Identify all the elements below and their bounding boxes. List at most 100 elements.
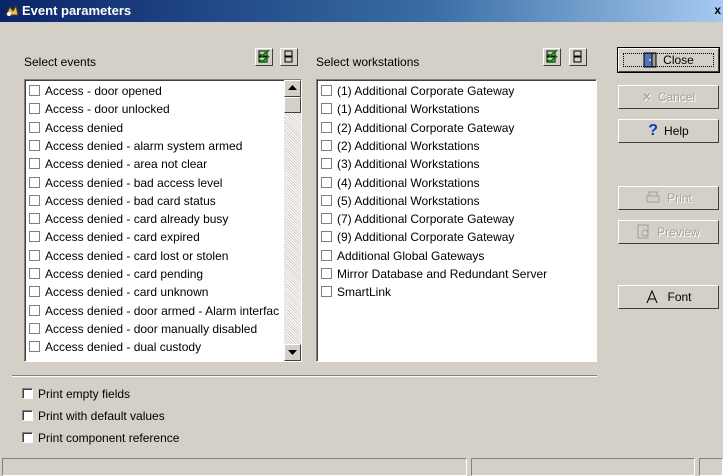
select-all-workstations-button[interactable] [543, 48, 561, 66]
list-item[interactable]: Access denied - door armed - Alarm inter… [29, 302, 281, 320]
list-item-checkbox[interactable] [321, 121, 332, 133]
list-item-label: (1) Additional Corporate Gateway [337, 84, 515, 98]
list-item-checkbox[interactable] [321, 85, 332, 96]
list-item-checkbox[interactable] [29, 249, 40, 261]
print-default-values-option[interactable]: Print with default values [22, 408, 165, 424]
events-scrollbar[interactable] [284, 80, 301, 361]
list-item[interactable]: Access denied - alarm system armed [29, 137, 281, 155]
list-item[interactable]: Access denied - card unknown [29, 283, 281, 301]
list-item[interactable]: Access denied - card already busy [29, 210, 281, 228]
uncheck-all-icon [284, 50, 293, 63]
list-item[interactable]: (2) Additional Workstations [321, 137, 591, 155]
list-item-label: Access - door opened [45, 84, 162, 98]
list-item[interactable]: Access denied - bad card status [29, 192, 281, 210]
print-component-reference-option[interactable]: Print component reference [22, 430, 179, 446]
list-item-label: Access denied - door manually disabled [45, 321, 258, 336]
list-item[interactable]: (9) Additional Corporate Gateway [321, 228, 591, 246]
list-item[interactable]: (3) Additional Workstations [321, 155, 591, 173]
preview-label: Preview [657, 225, 700, 239]
workstations-list[interactable]: (1) Additional Corporate Gateway (1) Addi… [316, 79, 597, 362]
clear-all-events-button[interactable] [280, 48, 298, 66]
font-label: Font [667, 290, 692, 304]
list-item-label: Access denied - bad card status [45, 193, 216, 208]
print-button[interactable]: Print [618, 186, 719, 210]
list-item[interactable]: (5) Additional Workstations [321, 192, 591, 210]
list-item-label: Access denied - bad access level [45, 175, 223, 190]
list-item-checkbox[interactable] [321, 249, 332, 261]
list-item-label: Mirror Database and Redundant Server [337, 267, 548, 281]
preview-button[interactable]: Preview [618, 220, 719, 244]
list-item[interactable]: Access denied - card expired [29, 228, 281, 246]
list-item[interactable]: SmartLink [321, 283, 591, 301]
list-item-label: Access denied - card unknown [45, 285, 209, 300]
list-item-checkbox[interactable] [321, 176, 332, 188]
cancel-icon: ✕ [641, 90, 652, 104]
list-item[interactable]: Access denied - card pending [29, 265, 281, 283]
check-all-icon [258, 50, 270, 64]
list-item-checkbox[interactable] [29, 176, 40, 188]
list-item-checkbox[interactable] [321, 194, 332, 206]
list-item-checkbox[interactable] [29, 322, 40, 334]
events-list[interactable]: Access - door opened Access - door unlock… [24, 79, 302, 362]
list-item[interactable]: Access - door opened [29, 82, 281, 100]
list-item[interactable]: (1) Additional Workstations [321, 100, 591, 118]
list-item-checkbox[interactable] [29, 121, 40, 133]
help-button[interactable]: ? Help [618, 119, 719, 143]
list-item-checkbox[interactable] [29, 158, 40, 170]
close-button[interactable]: Close [617, 47, 720, 73]
print-empty-fields-option[interactable]: Print empty fields [22, 386, 130, 402]
cancel-button[interactable]: ✕ Cancel [618, 85, 719, 109]
list-item-label: Access denied - door armed - Alarm inter… [45, 303, 280, 318]
font-button[interactable]: Font [618, 285, 719, 309]
list-item[interactable]: (2) Additional Corporate Gateway [321, 119, 591, 137]
scroll-down-button[interactable] [284, 344, 301, 361]
separator [12, 375, 597, 377]
list-item-label: (7) Additional Corporate Gateway [337, 212, 515, 227]
list-item-checkbox[interactable] [29, 304, 40, 316]
list-item-checkbox[interactable] [321, 213, 332, 225]
list-item[interactable]: Access - door unlocked [29, 100, 281, 118]
cancel-label: Cancel [657, 90, 696, 104]
list-item-label: Access denied - card pending [45, 267, 204, 281]
print-default-values-checkbox[interactable] [22, 410, 33, 421]
list-item-label: (4) Additional Workstations [337, 175, 480, 190]
list-item[interactable]: (4) Additional Workstations [321, 174, 591, 192]
list-item[interactable]: (7) Additional Corporate Gateway [321, 210, 591, 228]
list-item-checkbox[interactable] [321, 158, 332, 170]
print-empty-fields-checkbox[interactable] [22, 388, 33, 399]
list-item[interactable]: Access denied - door manually disabled [29, 320, 281, 338]
close-window-icon[interactable]: x [714, 3, 721, 17]
uncheck-all-icon [573, 50, 582, 63]
list-item-checkbox[interactable] [29, 139, 40, 151]
scroll-thumb[interactable] [284, 97, 301, 113]
list-item-checkbox[interactable] [29, 213, 40, 225]
print-component-reference-checkbox[interactable] [22, 432, 33, 443]
list-item[interactable]: Access denied [29, 119, 281, 137]
list-item-checkbox[interactable] [29, 341, 40, 353]
list-item-checkbox[interactable] [29, 85, 40, 96]
list-item-checkbox[interactable] [321, 139, 332, 151]
list-item-checkbox[interactable] [321, 286, 332, 298]
list-item[interactable]: Access denied - bad access level [29, 174, 281, 192]
list-item-checkbox[interactable] [29, 286, 40, 298]
list-item[interactable]: Access denied - dual custody [29, 338, 281, 356]
list-item-checkbox[interactable] [29, 103, 40, 115]
list-item-checkbox[interactable] [29, 194, 40, 206]
list-item[interactable]: (1) Additional Corporate Gateway [321, 82, 591, 100]
list-item[interactable]: Access denied - area not clear [29, 155, 281, 173]
scroll-up-button[interactable] [284, 80, 301, 97]
list-item-checkbox[interactable] [29, 231, 40, 243]
list-item[interactable]: Access denied - card lost or stolen [29, 247, 281, 265]
list-item-label: (1) Additional Workstations [337, 102, 480, 117]
list-item-checkbox[interactable] [321, 268, 332, 279]
list-item[interactable]: Mirror Database and Redundant Server [321, 265, 591, 283]
list-item[interactable]: Additional Global Gateways [321, 247, 591, 265]
print-default-values-label: Print with default values [38, 409, 165, 423]
list-item-label: Access denied - dual custody [45, 340, 202, 355]
list-item-label: Access denied - card expired [45, 230, 200, 245]
list-item-checkbox[interactable] [29, 268, 40, 279]
select-all-events-button[interactable] [255, 48, 273, 66]
clear-all-workstations-button[interactable] [569, 48, 587, 66]
list-item-checkbox[interactable] [321, 231, 332, 243]
list-item-checkbox[interactable] [321, 103, 332, 115]
